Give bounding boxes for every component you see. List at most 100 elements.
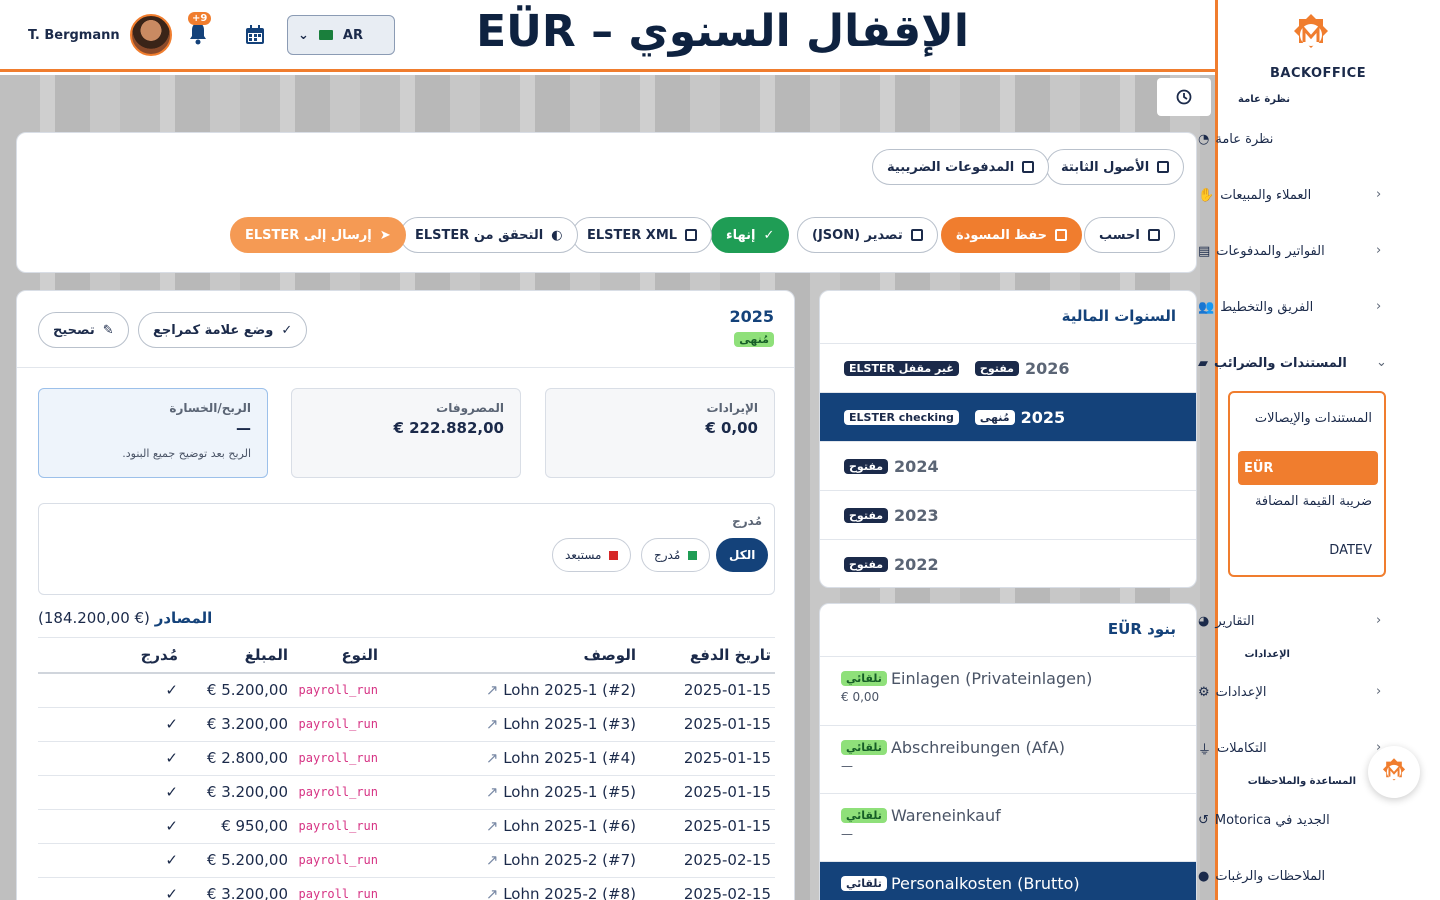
submenu-datev[interactable]: DATEV	[1238, 541, 1378, 560]
correct-button[interactable]: ✎ تصحيح	[38, 312, 129, 348]
cell-included: ✓	[38, 775, 182, 810]
calculate-button[interactable]: احسب	[1084, 217, 1175, 253]
cell-included-text: ✓	[165, 885, 178, 900]
filter-all-chip[interactable]: الكل	[716, 538, 769, 572]
external-link-icon: ↗	[485, 749, 504, 767]
line-item[interactable]: تلقائي Abschreibungen (AfA) —	[820, 725, 1196, 793]
line-item[interactable]: تلقائي Wareneinkauf —	[820, 793, 1196, 861]
cell-date-text: 2025-01-15	[683, 681, 771, 700]
mark-reviewed-button[interactable]: ✓ وضع علامة كمراجع	[138, 312, 308, 348]
save-draft-button[interactable]: حفظ المسودة	[941, 217, 1082, 253]
cell-type-text: payroll_run	[298, 683, 378, 698]
cell-description[interactable]: ↗ Lohn 2025-1 (#3)	[382, 707, 640, 742]
elster-xml-button[interactable]: ELSTER XML	[572, 217, 713, 253]
sidebar-item-documents[interactable]: المستندات والضرائب ▰	[1198, 349, 1393, 377]
chevron-right-icon[interactable]: ›	[1376, 187, 1381, 202]
sidebar-item-team[interactable]: الفريق والتخطيط 👥	[1198, 293, 1393, 321]
folder-icon: ▰	[1198, 355, 1208, 371]
history-icon: ↺	[1198, 812, 1209, 828]
sidebar-item-feedback[interactable]: الملاحظات والرغبات ●	[1198, 862, 1393, 890]
year-row-2026[interactable]: ELSTER غير مقفل مفتوح 2026	[820, 343, 1196, 392]
table-row[interactable]: 2025-01-15 ↗ Lohn 2025-1 (#6) payroll_run €…	[38, 809, 775, 844]
sidebar-item-whats-new[interactable]: الجديد في Motorica ↺	[1198, 806, 1393, 834]
tax-payments-button[interactable]: المدفوعات الضريبية	[872, 149, 1050, 185]
sidebar-item-label: التكاملات	[1217, 740, 1267, 756]
chevron-right-icon[interactable]: ›	[1376, 243, 1381, 258]
table-row[interactable]: 2025-01-15 ↗ Lohn 2025-1 (#2) payroll_run €…	[38, 673, 775, 708]
document-icon	[1022, 161, 1035, 173]
cell-date-text: 2025-01-15	[683, 749, 771, 767]
sidebar-item-invoices[interactable]: الفواتير والمدفوعات ▤	[1198, 237, 1393, 265]
export-json-button[interactable]: تصدير (JSON)	[797, 217, 938, 253]
cell-description[interactable]: ↗ Lohn 2025-2 (#7)	[382, 843, 640, 878]
cell-amount-text: € 3.200,00	[206, 783, 288, 801]
table-row[interactable]: 2025-01-15 ↗ Lohn 2025-1 (#4) payroll_run €…	[38, 741, 775, 776]
sidebar-item-integrations[interactable]: التكاملات ⏚	[1198, 734, 1393, 762]
cell-description[interactable]: ↗ Lohn 2025-1 (#6)	[382, 809, 640, 844]
year-row-2022[interactable]: مفتوح 2022	[820, 539, 1196, 587]
year-row-2025[interactable]: ELSTER checking مُنهى 2025	[820, 392, 1196, 441]
table-row[interactable]: 2025-02-15 ↗ Lohn 2025-2 (#7) payroll_run €…	[38, 843, 775, 878]
line-name: Wareneinkauf	[890, 806, 1001, 825]
fiscal-years-card: السنوات المالية ELSTER غير مقفل مفتوح 20…	[819, 290, 1197, 588]
section-settings: الإعدادات	[1244, 649, 1290, 660]
file-export-icon	[910, 229, 923, 241]
auto-badge: تلقائي	[841, 876, 887, 891]
page-title: EÜR – الإقفال السنوي	[476, 6, 969, 57]
user-menu[interactable]: T. Bergmann	[28, 14, 172, 56]
cell-date-text: 2025-01-15	[683, 783, 771, 801]
chevron-right-icon[interactable]: ›	[1376, 613, 1381, 628]
cell-amount: € 5.200,00	[182, 843, 292, 878]
table-row[interactable]: 2025-02-15 ↗ Lohn 2025-2 (#8) payroll_run €…	[38, 877, 775, 900]
year-row-2024[interactable]: مفتوح 2024	[820, 441, 1196, 490]
submenu-documents[interactable]: المستندات والإيصالات	[1238, 409, 1378, 428]
sidebar-item-settings[interactable]: الإعدادات ⚙	[1198, 678, 1393, 706]
sidebar-item-customers[interactable]: العملاء والمبيعات ✋	[1198, 181, 1393, 209]
chevron-right-icon[interactable]: ›	[1376, 684, 1381, 699]
logo-icon	[1382, 758, 1406, 781]
chevron-down-icon[interactable]: ⌄	[1376, 355, 1387, 370]
elster-badge: ELSTER checking	[844, 409, 959, 425]
line-value: —	[841, 827, 853, 841]
cell-date: 2025-02-15	[640, 877, 775, 900]
filter-excluded-chip[interactable]: مستبعد	[552, 538, 632, 572]
table-row[interactable]: 2025-01-15 ↗ Lohn 2025-1 (#3) payroll_run €…	[38, 707, 775, 742]
calendar-icon[interactable]	[244, 24, 266, 46]
cell-description[interactable]: ↗ Lohn 2025-1 (#4)	[382, 741, 640, 776]
actions-card: الأصول الثابتة المدفوعات الضريبية احسب ح…	[16, 132, 1197, 273]
cell-description[interactable]: ↗ Lohn 2025-1 (#2)	[382, 673, 640, 708]
fixed-assets-button[interactable]: الأصول الثابتة	[1046, 149, 1185, 185]
history-button[interactable]	[1157, 78, 1211, 116]
profit-stat: الربح/الخسارة — الربح بعد توضيح جميع الب…	[38, 388, 268, 478]
sidebar-item-reports[interactable]: التقارير ◕	[1198, 607, 1393, 635]
flag-icon	[318, 30, 333, 40]
sidebar-item-overview[interactable]: نظرة عامة ◔	[1198, 125, 1393, 153]
table-row[interactable]: 2025-01-15 ↗ Lohn 2025-1 (#5) payroll_run €…	[38, 775, 775, 810]
line-item[interactable]: تلقائي Einlagen (Privateinlagen) € 0,00	[820, 656, 1196, 725]
line-item[interactable]: تلقائي Personalkosten (Brutto)	[820, 861, 1196, 900]
logo-icon	[1294, 14, 1328, 48]
submenu-eur[interactable]: EÜR	[1238, 451, 1378, 485]
elster-send-button[interactable]: ➤ إرسال إلى ELSTER	[230, 217, 406, 253]
cell-amount-text: € 2.800,00	[206, 749, 288, 767]
filter-box: مُدرج الكل مُدرج مستبعد	[38, 503, 775, 595]
year-row-2023[interactable]: مفتوح 2023	[820, 490, 1196, 539]
assistant-button[interactable]	[1368, 746, 1420, 798]
cell-description[interactable]: ↗ Lohn 2025-1 (#5)	[382, 775, 640, 810]
sidebar-item-label: الفريق والتخطيط	[1220, 299, 1314, 315]
elster-check-button[interactable]: ◐ التحقق من ELSTER	[400, 217, 578, 253]
year-label: 2022	[894, 554, 939, 574]
external-link-icon: ↗	[485, 715, 504, 733]
submenu-vat[interactable]: ضريبة القيمة المضافة	[1238, 492, 1378, 511]
check-icon: ✓	[763, 227, 775, 243]
finish-button[interactable]: ✓ إنهاء	[711, 217, 790, 253]
chevron-right-icon[interactable]: ›	[1376, 299, 1381, 314]
language-select[interactable]: ⌄ AR	[287, 15, 395, 55]
finish-label: إنهاء	[726, 227, 756, 243]
cell-description[interactable]: ↗ Lohn 2025-2 (#8)	[382, 877, 640, 900]
cell-description-text: Lohn 2025-1 (#6)	[503, 817, 636, 835]
avatar[interactable]	[129, 14, 172, 56]
shield-icon: ◐	[551, 227, 563, 243]
filter-included-chip[interactable]: مُدرج	[641, 538, 711, 572]
cell-type-text: payroll_run	[298, 887, 378, 900]
